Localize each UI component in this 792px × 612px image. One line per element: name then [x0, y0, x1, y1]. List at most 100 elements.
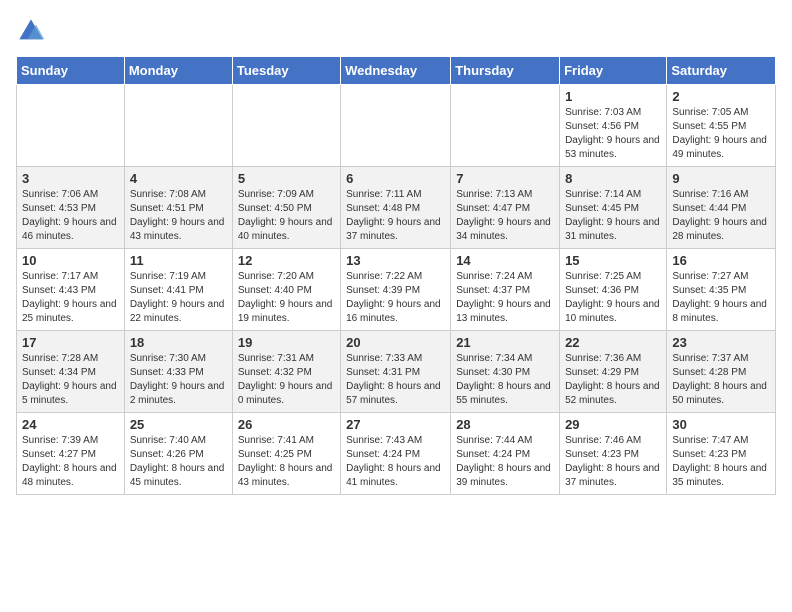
cell-week1-day5 — [451, 85, 560, 167]
day-info: Sunrise: 7:46 AM Sunset: 4:23 PM Dayligh… — [565, 434, 661, 490]
day-number: 5 — [238, 171, 335, 186]
day-number: 23 — [672, 335, 770, 350]
day-info: Sunrise: 7:36 AM Sunset: 4:29 PM Dayligh… — [565, 352, 661, 408]
day-number: 2 — [672, 89, 770, 104]
cell-week3-day4: 13Sunrise: 7:22 AM Sunset: 4:39 PM Dayli… — [341, 249, 451, 331]
cell-week5-day5: 28 Sunrise: 7:44 AM Sunset: 4:24 PM Dayli… — [451, 413, 560, 495]
week-row-2: 3 Sunrise: 7:06 AM Sunset: 4:53 PM Daylig… — [17, 167, 776, 249]
cell-week1-day7: 2 Sunrise: 7:05 AM Sunset: 4:55 PM Daylig… — [667, 85, 776, 167]
day-number: 18 — [130, 335, 227, 350]
day-info: Sunrise: 7:20 AM Sunset: 4:40 PM Dayligh… — [238, 270, 335, 326]
logo-icon — [16, 16, 46, 46]
week-row-3: 10 Sunrise: 7:17 AM Sunset: 4:43 PM Dayli… — [17, 249, 776, 331]
day-number: 28 — [456, 417, 554, 432]
cell-week2-day2: 4 Sunrise: 7:08 AM Sunset: 4:51 PM Daylig… — [124, 167, 232, 249]
day-info: Sunrise: 7:19 AM Sunset: 4:41 PM Dayligh… — [130, 270, 227, 326]
cell-week4-day4: 20 Sunrise: 7:33 AM Sunset: 4:31 PM Dayli… — [341, 331, 451, 413]
day-number: 21 — [456, 335, 554, 350]
header-sunday: Sunday — [17, 57, 125, 85]
day-number: 24 — [22, 417, 119, 432]
day-info: Sunrise: 7:25 AM Sunset: 4:36 PM Dayligh… — [565, 270, 661, 326]
cell-week4-day6: 22 Sunrise: 7:36 AM Sunset: 4:29 PM Dayli… — [560, 331, 667, 413]
day-info: Sunrise: 7:37 AM Sunset: 4:28 PM Dayligh… — [672, 352, 770, 408]
day-info: Sunrise: 7:47 AM Sunset: 4:23 PM Dayligh… — [672, 434, 770, 490]
cell-week2-day6: 8 Sunrise: 7:14 AM Sunset: 4:45 PM Daylig… — [560, 167, 667, 249]
day-info: Sunrise: 7:28 AM Sunset: 4:34 PM Dayligh… — [22, 352, 119, 408]
header-wednesday: Wednesday — [341, 57, 451, 85]
day-info: Sunrise: 7:08 AM Sunset: 4:51 PM Dayligh… — [130, 188, 227, 244]
day-number: 29 — [565, 417, 661, 432]
day-info: Sunrise: 7:44 AM Sunset: 4:24 PM Dayligh… — [456, 434, 554, 490]
day-number: 14 — [456, 253, 554, 268]
cell-week5-day6: 29 Sunrise: 7:46 AM Sunset: 4:23 PM Dayli… — [560, 413, 667, 495]
header — [16, 16, 776, 46]
header-friday: Friday — [560, 57, 667, 85]
header-thursday: Thursday — [451, 57, 560, 85]
cell-week4-day5: 21 Sunrise: 7:34 AM Sunset: 4:30 PM Dayli… — [451, 331, 560, 413]
cell-week3-day6: 15 Sunrise: 7:25 AM Sunset: 4:36 PM Dayli… — [560, 249, 667, 331]
day-number: 3 — [22, 171, 119, 186]
day-number: 27 — [346, 417, 445, 432]
day-info: Sunrise: 7:17 AM Sunset: 4:43 PM Dayligh… — [22, 270, 119, 326]
day-number: 10 — [22, 253, 119, 268]
day-number: 8 — [565, 171, 661, 186]
cell-week1-day2 — [124, 85, 232, 167]
cell-week2-day4: 6 Sunrise: 7:11 AM Sunset: 4:48 PM Daylig… — [341, 167, 451, 249]
day-number: 30 — [672, 417, 770, 432]
cell-week1-day3 — [232, 85, 340, 167]
cell-week1-day1 — [17, 85, 125, 167]
header-monday: Monday — [124, 57, 232, 85]
cell-week5-day7: 30 Sunrise: 7:47 AM Sunset: 4:23 PM Dayli… — [667, 413, 776, 495]
day-info: Sunrise: 7:41 AM Sunset: 4:25 PM Dayligh… — [238, 434, 335, 490]
day-info: Sunrise: 7:43 AM Sunset: 4:24 PM Dayligh… — [346, 434, 445, 490]
day-number: 20 — [346, 335, 445, 350]
cell-week2-day5: 7Sunrise: 7:13 AM Sunset: 4:47 PM Daylig… — [451, 167, 560, 249]
header-saturday: Saturday — [667, 57, 776, 85]
day-info: Sunrise: 7:16 AM Sunset: 4:44 PM Dayligh… — [672, 188, 770, 244]
cell-week5-day1: 24Sunrise: 7:39 AM Sunset: 4:27 PM Dayli… — [17, 413, 125, 495]
day-number: 22 — [565, 335, 661, 350]
day-info: Sunrise: 7:24 AM Sunset: 4:37 PM Dayligh… — [456, 270, 554, 326]
day-info: Sunrise: 7:13 AM Sunset: 4:47 PM Dayligh… — [456, 188, 554, 244]
day-info: Sunrise: 7:31 AM Sunset: 4:32 PM Dayligh… — [238, 352, 335, 408]
day-info: Sunrise: 7:33 AM Sunset: 4:31 PM Dayligh… — [346, 352, 445, 408]
week-row-5: 24Sunrise: 7:39 AM Sunset: 4:27 PM Dayli… — [17, 413, 776, 495]
cell-week3-day5: 14 Sunrise: 7:24 AM Sunset: 4:37 PM Dayli… — [451, 249, 560, 331]
day-number: 26 — [238, 417, 335, 432]
day-number: 1 — [565, 89, 661, 104]
day-number: 11 — [130, 253, 227, 268]
cell-week5-day3: 26 Sunrise: 7:41 AM Sunset: 4:25 PM Dayli… — [232, 413, 340, 495]
cell-week3-day7: 16Sunrise: 7:27 AM Sunset: 4:35 PM Dayli… — [667, 249, 776, 331]
day-number: 15 — [565, 253, 661, 268]
day-info: Sunrise: 7:05 AM Sunset: 4:55 PM Dayligh… — [672, 106, 770, 162]
day-number: 6 — [346, 171, 445, 186]
cell-week2-day1: 3 Sunrise: 7:06 AM Sunset: 4:53 PM Daylig… — [17, 167, 125, 249]
cell-week5-day2: 25 Sunrise: 7:40 AM Sunset: 4:26 PM Dayli… — [124, 413, 232, 495]
calendar-body: 1 Sunrise: 7:03 AM Sunset: 4:56 PM Daylig… — [17, 85, 776, 495]
day-info: Sunrise: 7:40 AM Sunset: 4:26 PM Dayligh… — [130, 434, 227, 490]
header-tuesday: Tuesday — [232, 57, 340, 85]
day-number: 12 — [238, 253, 335, 268]
day-info: Sunrise: 7:09 AM Sunset: 4:50 PM Dayligh… — [238, 188, 335, 244]
day-number: 9 — [672, 171, 770, 186]
day-info: Sunrise: 7:14 AM Sunset: 4:45 PM Dayligh… — [565, 188, 661, 244]
day-info: Sunrise: 7:30 AM Sunset: 4:33 PM Dayligh… — [130, 352, 227, 408]
cell-week2-day7: 9 Sunrise: 7:16 AM Sunset: 4:44 PM Daylig… — [667, 167, 776, 249]
day-number: 17 — [22, 335, 119, 350]
day-number: 25 — [130, 417, 227, 432]
logo — [16, 16, 50, 46]
cell-week4-day2: 18 Sunrise: 7:30 AM Sunset: 4:33 PM Dayli… — [124, 331, 232, 413]
week-row-1: 1 Sunrise: 7:03 AM Sunset: 4:56 PM Daylig… — [17, 85, 776, 167]
cell-week1-day6: 1 Sunrise: 7:03 AM Sunset: 4:56 PM Daylig… — [560, 85, 667, 167]
cell-week3-day2: 11 Sunrise: 7:19 AM Sunset: 4:41 PM Dayli… — [124, 249, 232, 331]
day-info: Sunrise: 7:11 AM Sunset: 4:48 PM Dayligh… — [346, 188, 445, 244]
cell-week3-day1: 10 Sunrise: 7:17 AM Sunset: 4:43 PM Dayli… — [17, 249, 125, 331]
day-info: Sunrise: 7:34 AM Sunset: 4:30 PM Dayligh… — [456, 352, 554, 408]
day-number: 4 — [130, 171, 227, 186]
day-info: Sunrise: 7:06 AM Sunset: 4:53 PM Dayligh… — [22, 188, 119, 244]
day-info: Sunrise: 7:03 AM Sunset: 4:56 PM Dayligh… — [565, 106, 661, 162]
cell-week1-day4 — [341, 85, 451, 167]
header-row: SundayMondayTuesdayWednesdayThursdayFrid… — [17, 57, 776, 85]
week-row-4: 17 Sunrise: 7:28 AM Sunset: 4:34 PM Dayli… — [17, 331, 776, 413]
day-number: 16 — [672, 253, 770, 268]
